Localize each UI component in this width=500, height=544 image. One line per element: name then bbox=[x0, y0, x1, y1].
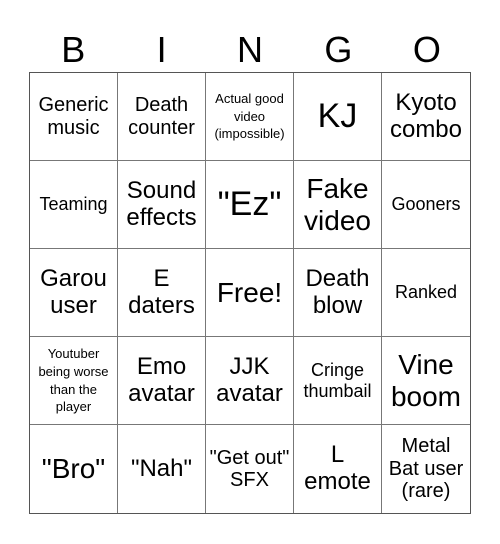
header-letter-i: I bbox=[156, 29, 167, 70]
bingo-cell[interactable]: Gooners bbox=[382, 161, 470, 249]
header-letter-o: O bbox=[412, 29, 441, 70]
bingo-cell[interactable]: KJ bbox=[294, 73, 382, 161]
bingo-cell[interactable]: Vine boom bbox=[382, 337, 470, 425]
bingo-cell[interactable]: Metal Bat user (rare) bbox=[382, 425, 470, 513]
bingo-cell[interactable]: JJK avatar bbox=[206, 337, 294, 425]
bingo-cell[interactable]: Kyoto combo bbox=[382, 73, 470, 161]
bingo-cell[interactable]: Cringe thumbail bbox=[294, 337, 382, 425]
bingo-cell[interactable]: Youtuber being worse than the player bbox=[30, 337, 118, 425]
bingo-card-grid: Generic music Death counter Actual good … bbox=[29, 72, 471, 514]
header-letter-g: G bbox=[324, 29, 353, 70]
bingo-cell[interactable]: Ranked bbox=[382, 249, 470, 337]
bingo-cell[interactable]: Garou user bbox=[30, 249, 118, 337]
bingo-cell[interactable]: Actual good video (impossible) bbox=[206, 73, 294, 161]
bingo-cell[interactable]: "Nah" bbox=[118, 425, 206, 513]
header-letter-n: N bbox=[237, 29, 264, 70]
bingo-cell[interactable]: "Bro" bbox=[30, 425, 118, 513]
bingo-cell[interactable]: Fake video bbox=[294, 161, 382, 249]
bingo-cell[interactable]: "Get out" SFX bbox=[206, 425, 294, 513]
bingo-header: B I N G O bbox=[29, 28, 471, 72]
bingo-cell[interactable]: Emo avatar bbox=[118, 337, 206, 425]
bingo-cell[interactable]: Generic music bbox=[30, 73, 118, 161]
header-letter-b: B bbox=[61, 29, 86, 70]
bingo-cell[interactable]: Sound effects bbox=[118, 161, 206, 249]
bingo-cell[interactable]: "Ez" bbox=[206, 161, 294, 249]
free-space-cell[interactable]: Free! bbox=[206, 249, 294, 337]
bingo-cell[interactable]: L emote bbox=[294, 425, 382, 513]
bingo-cell[interactable]: Death blow bbox=[294, 249, 382, 337]
bingo-cell[interactable]: Death counter bbox=[118, 73, 206, 161]
bingo-cell[interactable]: E daters bbox=[118, 249, 206, 337]
bingo-cell[interactable]: Teaming bbox=[30, 161, 118, 249]
